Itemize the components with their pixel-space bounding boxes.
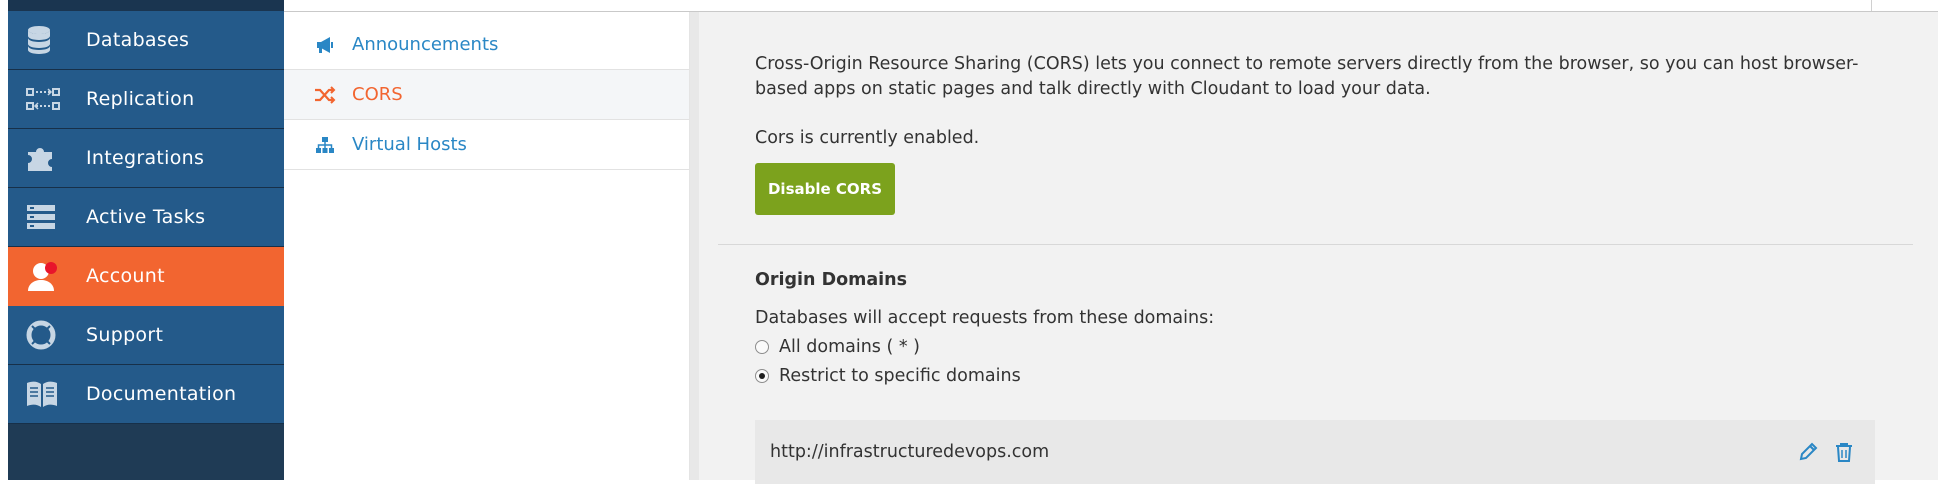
- sidebar-item-support[interactable]: Support: [8, 306, 284, 365]
- domain-list-item: http://infrastructuredevops.com: [755, 420, 1875, 484]
- restrict-domains-option[interactable]: Restrict to specific domains: [755, 366, 1885, 386]
- subnav-item-label: CORS: [352, 84, 403, 105]
- topbar-separator: [1871, 0, 1872, 11]
- pencil-icon[interactable]: [1797, 441, 1819, 463]
- section-divider: [718, 244, 1913, 245]
- sidebar-item-integrations[interactable]: Integrations: [8, 129, 284, 188]
- subnav-item-label: Virtual Hosts: [352, 134, 467, 155]
- sidebar-item-account[interactable]: Account: [8, 247, 284, 306]
- restrict-domains-label: Restrict to specific domains: [779, 366, 1021, 386]
- sidebar-nav: Databases Replication Integrations Activ…: [8, 0, 284, 480]
- origin-domains-title: Origin Domains: [755, 270, 908, 290]
- restrict-domains-radio[interactable]: [755, 369, 769, 383]
- domain-url: http://infrastructuredevops.com: [770, 442, 1050, 462]
- disable-cors-button[interactable]: Disable CORS: [755, 163, 895, 215]
- origin-domains-description: Databases will accept requests from thes…: [755, 308, 1215, 328]
- cors-panel: Cross-Origin Resource Sharing (CORS) let…: [699, 12, 1938, 484]
- shuffle-icon: [314, 84, 336, 106]
- subnav-item-cors[interactable]: CORS: [284, 70, 689, 120]
- tasks-icon: [26, 197, 86, 237]
- top-bar: [284, 0, 1938, 12]
- panel-divider: [690, 12, 699, 480]
- cors-status: Cors is currently enabled.: [755, 128, 980, 148]
- sidebar-item-replication[interactable]: Replication: [8, 70, 284, 129]
- sidebar-item-databases[interactable]: Databases: [8, 11, 284, 70]
- all-domains-option[interactable]: All domains ( * ): [755, 337, 1885, 357]
- sidebar-top: [8, 0, 284, 11]
- sidebar-item-label: Support: [86, 324, 164, 346]
- lifebuoy-icon: [26, 315, 86, 355]
- all-domains-label: All domains ( * ): [779, 337, 921, 357]
- replication-icon: [26, 79, 86, 119]
- user-icon: [26, 256, 86, 296]
- subnav-item-virtual-hosts[interactable]: Virtual Hosts: [284, 120, 689, 170]
- origin-domains-section: Origin Domains Databases will accept req…: [755, 270, 1885, 484]
- subnav-item-label: Announcements: [352, 34, 499, 55]
- sidebar-item-documentation[interactable]: Documentation: [8, 365, 284, 424]
- puzzle-icon: [26, 138, 86, 178]
- sidebar-item-label: Account: [86, 265, 165, 287]
- subnav-item-announcements[interactable]: Announcements: [284, 20, 689, 70]
- sidebar-item-label: Replication: [86, 88, 195, 110]
- megaphone-icon: [314, 34, 336, 56]
- all-domains-radio[interactable]: [755, 340, 769, 354]
- sidebar-item-label: Integrations: [86, 147, 205, 169]
- database-icon: [26, 20, 86, 60]
- book-icon: [26, 374, 86, 414]
- sidebar-item-label: Documentation: [86, 383, 237, 405]
- domain-actions: [1797, 441, 1855, 463]
- sidebar-footer: [8, 432, 284, 480]
- trash-icon[interactable]: [1833, 441, 1855, 463]
- cors-description: Cross-Origin Resource Sharing (CORS) let…: [755, 54, 1859, 99]
- sitemap-icon: [314, 134, 336, 156]
- sidebar-item-active-tasks[interactable]: Active Tasks: [8, 188, 284, 247]
- account-subnav: Announcements CORS Virtual Hosts: [284, 12, 690, 480]
- sidebar-item-label: Active Tasks: [86, 206, 206, 228]
- sidebar-item-label: Databases: [86, 29, 190, 51]
- cors-intro-section: Cross-Origin Resource Sharing (CORS) let…: [755, 52, 1895, 215]
